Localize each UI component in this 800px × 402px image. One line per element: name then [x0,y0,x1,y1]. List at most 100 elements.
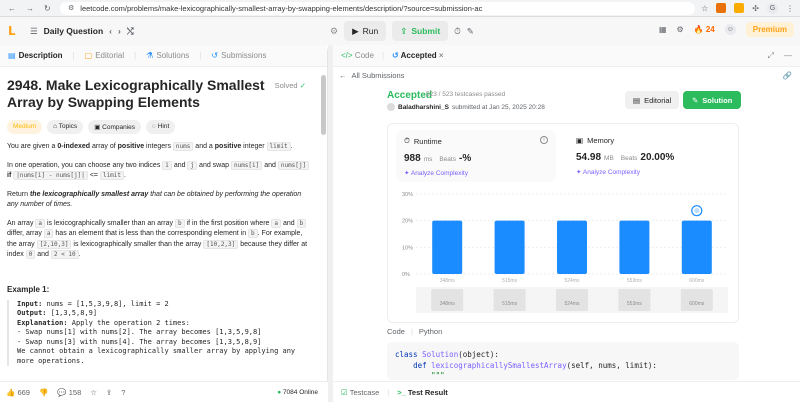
prev-problem-icon[interactable]: ‹ [109,26,112,36]
browser-toolbar: ← → ↻ ⚙ leetcode.com/problems/make-lexic… [0,0,800,17]
description-panel: ▤ Description | ▢ Editorial | ⚗ Solutions |… [0,45,328,381]
hint-badge[interactable]: ◌ Hint [146,120,176,134]
topics-badge[interactable]: ⌂ Topics [47,120,84,134]
all-submissions-link[interactable]: ← All Submissions 🔗 [333,67,800,83]
x-tick-label: 524ms [564,278,580,284]
range-label: 553ms [627,301,643,307]
code-identifier: Solution [422,350,459,359]
runtime-box[interactable]: ⏱ Runtime i 988 ms Beats -% ✦ Analyze Com… [396,130,556,182]
code-text: """ [395,371,445,380]
settings-icon[interactable]: ⚙ [677,25,684,34]
bookmark-star-icon[interactable]: ☆ [701,4,708,13]
daily-question-label[interactable]: Daily Question [44,26,104,36]
solved-label: Solved [274,81,298,90]
example-value: [1,3,5,8,9] [46,309,98,317]
text: and [35,251,51,258]
description-scrollbar[interactable] [321,75,326,135]
streak-counter[interactable]: 🔥 24 [694,25,715,34]
tab-divider: | [72,51,75,60]
dislike-icon[interactable]: 👎 [39,388,48,397]
companies-badge[interactable]: ▣ Companies [88,120,142,134]
text: <= [87,172,100,179]
tab-testcase[interactable]: ☑ Testcase [341,388,379,397]
range-label: 348ms [440,301,456,307]
extension-icon[interactable] [734,3,745,13]
text: differ, array [7,230,44,237]
example-key: Input: [17,299,43,308]
chart-bar[interactable] [681,220,712,274]
shuffle-icon[interactable]: ⤭ [127,26,134,37]
layout-icon[interactable]: ▦ [659,25,667,34]
extension-icon[interactable] [716,3,727,13]
tab-submissions[interactable]: ↺ Submissions [211,51,266,60]
text: You are given a [7,143,58,150]
user-avatar[interactable]: ☺ [724,24,736,35]
description-tabs: ▤ Description | ▢ Editorial | ⚗ Solutions |… [0,45,327,67]
reload-icon[interactable]: ↻ [44,4,51,13]
analyze-complexity-link[interactable]: ✦ Analyze Complexity [404,169,548,177]
chart-bar[interactable] [494,220,525,274]
analyze-complexity-link[interactable]: ✦ Analyze Complexity [576,168,720,176]
performance-card: ⏱ Runtime i 988 ms Beats -% ✦ Analyze Com… [387,123,739,323]
extensions-puzzle-icon[interactable]: ✣ [752,4,759,13]
text: has an element that is less than the cor… [53,230,249,237]
example-value: Apply the operation 2 times: [67,318,190,327]
text: array of [90,143,118,150]
like-button[interactable]: 👍 669 [6,388,30,397]
username[interactable]: Baladharshini_S [398,104,449,111]
text: and [281,219,297,227]
chart-bar[interactable] [619,220,650,274]
runtime-label: Runtime [413,136,442,146]
site-info-icon[interactable]: ⚙ [68,4,74,12]
close-icon[interactable]: × [439,51,444,60]
inline-code: |nums[i] - nums[j]| [13,171,88,180]
share-icon[interactable]: ⇪ [106,388,112,397]
list-icon[interactable]: ☰ [30,26,38,37]
inline-code: b [248,229,258,238]
submitted-time: submitted at Jan 25, 2025 20:28 [451,103,545,111]
example-title: Example 1: [7,284,50,294]
code-block[interactable]: class Solution(object): def lexicographi… [387,342,739,380]
tab-code[interactable]: </> Code [341,51,374,60]
info-icon[interactable]: i [540,136,548,144]
problem-badges: Medium ⌂ Topics ▣ Companies ◌ Hint [7,120,314,134]
comments-button[interactable]: 💬 158 [57,388,81,397]
menu-icon[interactable]: ⋮ [786,4,794,13]
chart-bar[interactable] [432,220,463,274]
debug-icon[interactable]: ⚙ [330,26,338,37]
browser-nav: ← → ↻ [0,4,60,13]
run-button[interactable]: ▶ Run [344,21,387,41]
back-icon[interactable]: ← [8,4,16,13]
link-icon[interactable]: 🔗 [783,71,792,80]
premium-button[interactable]: Premium [745,22,794,37]
profile-avatar[interactable]: G [767,2,778,14]
tab-test-result[interactable]: >_ Test Result [397,388,448,397]
clock-icon: ⏱ [404,136,410,145]
editorial-button[interactable]: ▤ Editorial [625,91,680,109]
example-block: Input: nums = [1,5,3,9,8], limit = 2 Outp… [7,299,314,366]
timer-icon[interactable]: ⏱ [454,26,461,37]
code-label: Code [387,327,405,336]
chart-bar[interactable] [557,220,587,274]
memory-chip-icon: ▣ [576,136,584,145]
maximize-icon[interactable]: ⤢ [768,51,774,61]
leetcode-logo-icon[interactable]: ᒪ [8,24,22,38]
minimize-icon[interactable]: — [784,51,792,61]
solution-button[interactable]: ✎ Solution [683,91,742,109]
tab-description[interactable]: ▤ Description [8,51,63,60]
tab-accepted[interactable]: ↺ Accepted × [392,51,444,60]
tab-editorial[interactable]: ▢ Editorial [85,51,124,60]
submit-button[interactable]: ⇪ Submit [392,21,449,41]
runtime-unit: ms [423,156,433,163]
help-icon[interactable]: ? [121,388,125,397]
memory-box[interactable]: ▣ Memory 54.98 MB Beats 20.00% ✦ Analyze … [568,130,728,182]
tab-solutions[interactable]: ⚗ Solutions [146,51,189,60]
notes-icon[interactable]: ✎ [467,26,474,37]
star-icon[interactable]: ☆ [90,388,97,397]
next-problem-icon[interactable]: › [118,26,121,36]
avatar-dot [694,208,700,214]
forward-icon[interactable]: → [26,4,34,13]
text: An array [7,219,36,227]
address-bar[interactable]: ⚙ leetcode.com/problems/make-lexicograph… [60,1,696,15]
edit-icon: ✎ [692,95,699,105]
